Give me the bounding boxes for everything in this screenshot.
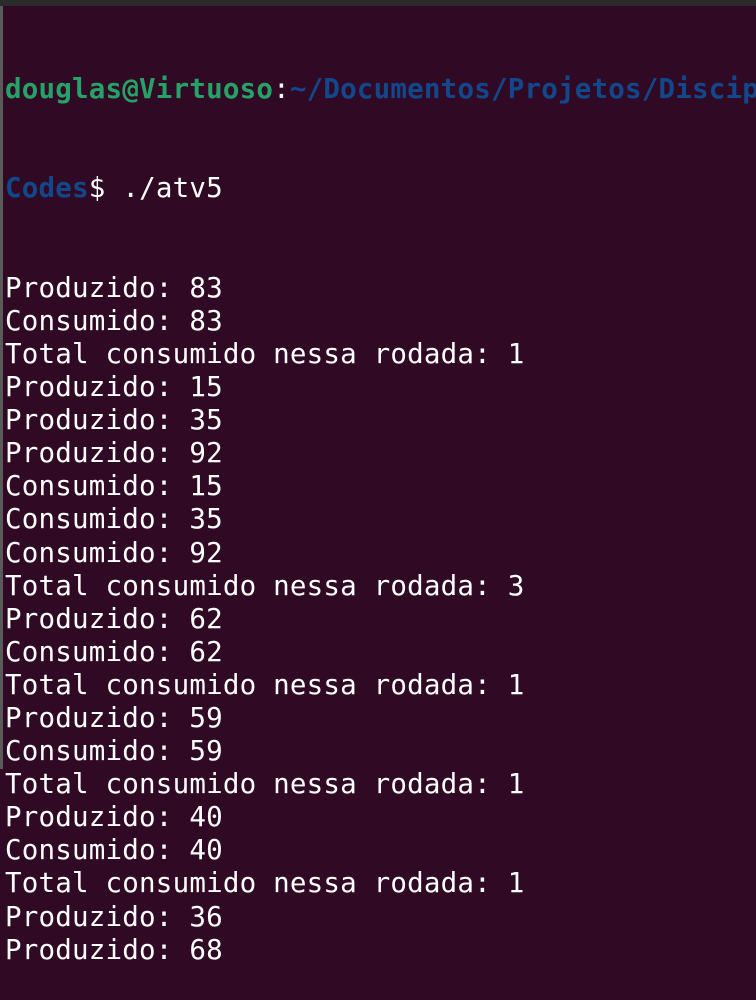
output-line: Consumido: 15 (5, 470, 223, 503)
prompt-path: ~/Documentos/Projetos/Discip (289, 73, 756, 106)
prompt-line-wrapped: Codes$ ./atv5 (5, 172, 756, 205)
terminal-output[interactable]: douglas@Virtuoso:~/Documentos/Projetos/D… (5, 7, 756, 1000)
output-line: Produzido: 92 (5, 437, 223, 470)
command-text: ./atv5 (122, 172, 223, 205)
output-line: Consumido: 83 (5, 304, 223, 337)
prompt-user-host: douglas@Virtuoso (5, 73, 274, 106)
output-line: Total consumido nessa rodada: 1 (5, 337, 525, 370)
prompt-separator: : (273, 73, 290, 106)
output-line: Consumido: 92 (5, 536, 223, 569)
output-line: Produzido: 35 (5, 404, 223, 437)
prompt-path-continued: Codes (5, 172, 89, 205)
output-line: Consumido: 62 (5, 635, 223, 668)
output-line: Produzido: 68 (5, 933, 223, 966)
output-line: Produzido: 59 (5, 701, 223, 734)
prompt-symbol: $ (88, 172, 123, 205)
output-line: Total consumido nessa rodada: 1 (5, 668, 525, 701)
output-line: Consumido: 35 (5, 503, 223, 536)
output-line: Consumido: 40 (5, 834, 223, 867)
output-line: Produzido: 62 (5, 602, 223, 635)
output-line: Total consumido nessa rodada: 1 (5, 768, 525, 801)
output-line: Produzido: 83 (5, 271, 223, 304)
prompt-line: douglas@Virtuoso:~/Documentos/Projetos/D… (5, 73, 756, 106)
output-line: Produzido: 40 (5, 801, 223, 834)
output-line: Consumido: 59 (5, 735, 223, 768)
window-left-border (0, 6, 3, 769)
window-top-bar (0, 0, 756, 6)
output-line: Total consumido nessa rodada: 3 (5, 569, 525, 602)
output-line: Total consumido nessa rodada: 1 (5, 867, 525, 900)
output-line: Produzido: 36 (5, 900, 223, 933)
output-line: Produzido: 15 (5, 371, 223, 404)
